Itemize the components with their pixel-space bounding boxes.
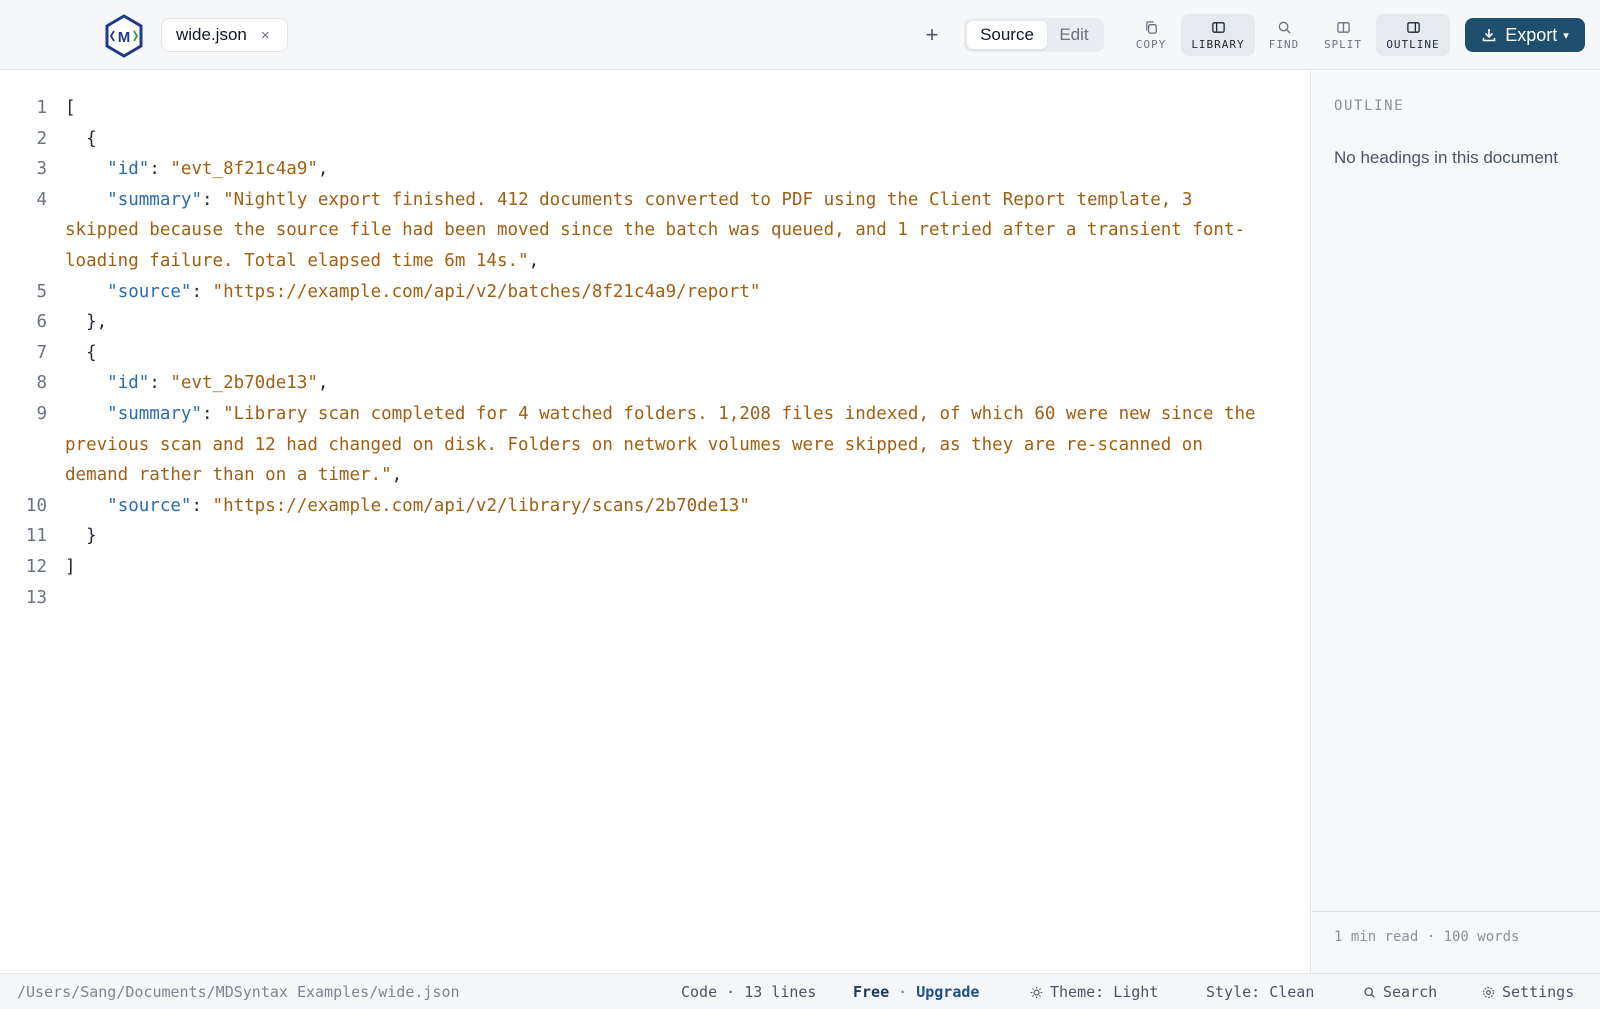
code-line[interactable]: 5 "source": "https://example.com/api/v2/…: [0, 277, 1310, 308]
search-label: Search: [1383, 983, 1438, 1001]
code-line[interactable]: 6 },: [0, 307, 1310, 338]
line-content: {: [65, 342, 97, 363]
export-label: Export: [1505, 24, 1558, 45]
line-content: {: [65, 128, 97, 149]
line-number: 1: [36, 98, 47, 118]
search-icon: [1364, 986, 1375, 998]
close-tab-icon[interactable]: ×: [261, 27, 270, 44]
code-line[interactable]: 7 {: [0, 338, 1310, 369]
split-icon: [1336, 21, 1350, 33]
edit-mode-button[interactable]: Edit: [1047, 21, 1101, 49]
code-line[interactable]: 2 {: [0, 124, 1310, 155]
search-button[interactable]: Search: [1363, 974, 1437, 1009]
file-tab-label: wide.json: [176, 25, 247, 44]
theme-toggle[interactable]: Theme: Light: [1030, 974, 1158, 1009]
code-line[interactable]: 9 "summary": "Library scan completed for…: [0, 399, 1310, 491]
reading-stats: 1 min read · 100 words: [1311, 911, 1600, 973]
line-content: "id": "evt_8f21c4a9",: [107, 159, 329, 180]
export-button[interactable]: Export ▾: [1465, 18, 1585, 52]
library-label: LIBRARY: [1191, 37, 1245, 51]
app-logo-icon: M: [105, 14, 143, 58]
code-line[interactable]: 4 "summary": "Nightly export finished. 4…: [0, 185, 1310, 277]
plan-indicator: Free · Upgrade: [853, 974, 979, 1009]
outline-button[interactable]: OUTLINE: [1376, 14, 1450, 56]
outline-panel: OUTLINE No headings in this document 1 m…: [1310, 71, 1600, 973]
upgrade-link[interactable]: Upgrade: [916, 983, 979, 1001]
line-number: 9: [36, 404, 47, 424]
find-button[interactable]: FIND: [1262, 14, 1306, 56]
split-label: SPLIT: [1323, 37, 1363, 51]
line-content: "source": "https://example.com/api/v2/li…: [107, 495, 750, 516]
chevron-down-icon: ▾: [1563, 29, 1569, 42]
line-number: 11: [25, 526, 47, 547]
find-label: FIND: [1268, 37, 1300, 51]
download-icon: [1482, 29, 1496, 42]
line-content: "summary": "Nightly export finished. 412…: [65, 189, 1246, 271]
code-line[interactable]: 8 "id": "evt_2b70de13",: [0, 368, 1310, 399]
code-editor[interactable]: 1[2 {3 "id": "evt_8f21c4a9", 4 "summary":…: [0, 71, 1310, 973]
line-number: 13: [25, 587, 47, 608]
code-line[interactable]: 12]: [0, 552, 1310, 583]
svg-text:M: M: [118, 29, 131, 46]
status-bar: /Users/Sang/Documents/MDSyntax Examples/…: [0, 973, 1600, 1009]
language-indicator[interactable]: Code · 13 lines: [681, 974, 816, 1009]
line-number: 7: [36, 342, 47, 363]
sun-icon: [1030, 986, 1043, 998]
settings-button[interactable]: Settings: [1482, 974, 1574, 1009]
line-number: 12: [25, 557, 47, 577]
copy-button[interactable]: COPY: [1127, 14, 1175, 56]
new-tab-button[interactable]: +: [920, 20, 944, 50]
line-content: ]: [65, 557, 76, 577]
line-content: "id": "evt_2b70de13",: [107, 373, 329, 394]
line-content: [: [65, 98, 76, 118]
line-content: }: [65, 526, 97, 547]
line-number: 10: [25, 495, 47, 516]
line-number: 6: [36, 312, 47, 333]
line-number: 2: [36, 128, 47, 149]
code-line[interactable]: 3 "id": "evt_8f21c4a9",: [0, 154, 1310, 185]
copy-icon: [1145, 20, 1157, 34]
code-line[interactable]: 10 "source": "https://example.com/api/v2…: [0, 491, 1310, 522]
file-tab[interactable]: wide.json ×: [161, 18, 288, 52]
outline-icon: [1406, 21, 1420, 33]
line-content: "source": "https://example.com/api/v2/ba…: [107, 281, 761, 302]
line-number: 4: [36, 189, 47, 210]
code-line[interactable]: 13: [0, 583, 1310, 614]
line-content: },: [65, 312, 108, 333]
view-mode-toggle: Source Edit: [964, 18, 1104, 52]
settings-label: Settings: [1502, 983, 1575, 1001]
code-line[interactable]: 11 }: [0, 521, 1310, 552]
outline-title: OUTLINE: [1334, 98, 1405, 114]
line-content: "summary": "Library scan completed for 4…: [65, 404, 1256, 486]
plan-free-label: Free: [853, 983, 890, 1001]
gear-icon: [1483, 986, 1494, 998]
library-icon: [1211, 21, 1225, 33]
split-button[interactable]: SPLIT: [1316, 14, 1370, 56]
top-toolbar: M wide.json × + Source Edit COPY LIBRARY…: [0, 0, 1600, 70]
search-icon: [1278, 21, 1291, 34]
copy-label: COPY: [1135, 37, 1167, 51]
code-line[interactable]: 1[: [0, 93, 1310, 124]
style-selector[interactable]: Style: Clean: [1206, 974, 1314, 1009]
plan-separator: ·: [889, 983, 917, 1001]
library-button[interactable]: LIBRARY: [1181, 14, 1255, 56]
outline-label: OUTLINE: [1386, 37, 1440, 51]
source-mode-button[interactable]: Source: [967, 21, 1047, 49]
line-number: 5: [36, 281, 47, 302]
line-number: 8: [36, 373, 47, 394]
file-path: /Users/Sang/Documents/MDSyntax Examples/…: [17, 983, 460, 1001]
line-number: 3: [36, 159, 47, 180]
outline-empty-message: No headings in this document: [1334, 148, 1558, 167]
theme-label: Theme: Light: [1050, 983, 1159, 1001]
